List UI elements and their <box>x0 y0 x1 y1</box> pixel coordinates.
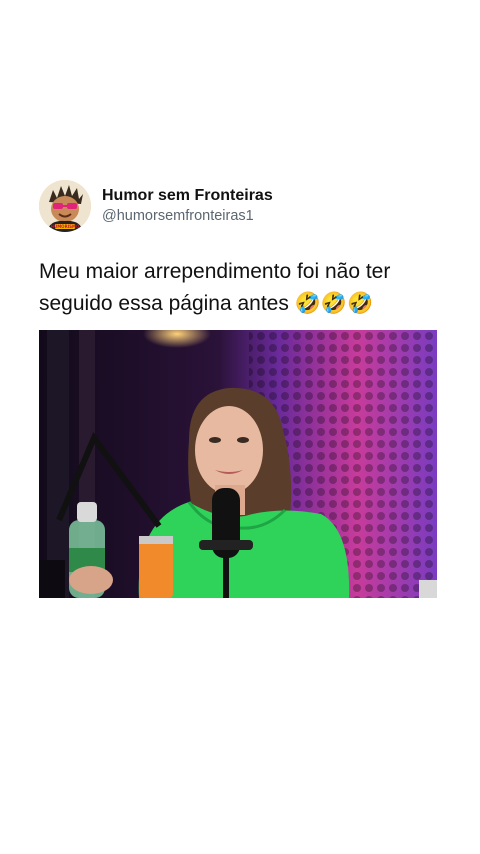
mascot-avatar-icon: HUMORISMO <box>39 180 91 232</box>
post-card: HUMORISMO Humor sem Fronteiras @humorsem… <box>0 0 480 854</box>
author-handle[interactable]: @humorsemfronteiras1 <box>102 206 273 226</box>
author-info: Humor sem Fronteiras @humorsemfronteiras… <box>102 186 273 226</box>
video-thumbnail[interactable] <box>39 330 437 598</box>
svg-text:HUMORISMO: HUMORISMO <box>51 224 80 229</box>
avatar[interactable]: HUMORISMO <box>39 180 91 232</box>
post-header: HUMORISMO Humor sem Fronteiras @humorsem… <box>39 180 273 232</box>
video-frame-image <box>39 330 437 598</box>
author-name[interactable]: Humor sem Fronteiras <box>102 186 273 206</box>
post-text: Meu maior arrependimento foi não ter seg… <box>39 260 391 315</box>
